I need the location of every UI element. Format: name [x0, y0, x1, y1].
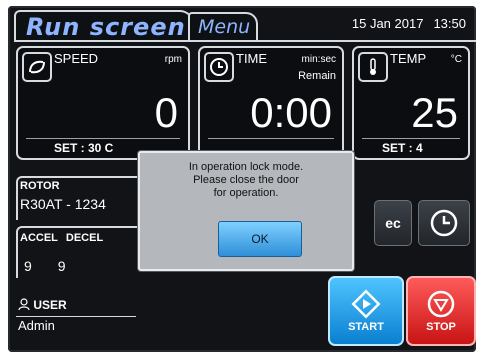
- dialog-line-1: In operation lock mode.: [188, 161, 304, 173]
- dialog-line-2: Please close the door: [193, 174, 299, 186]
- run-screen: Run screen Menu 15 Jan 2017 13:50 SPEED r…: [8, 6, 476, 352]
- ok-button[interactable]: OK: [218, 221, 302, 257]
- lock-mode-dialog: In operation lock mode. Please close the…: [138, 151, 354, 271]
- dialog-line-3: for operation.: [213, 187, 279, 199]
- ok-button-label: OK: [251, 232, 269, 246]
- dialog-message: In operation lock mode. Please close the…: [140, 161, 352, 200]
